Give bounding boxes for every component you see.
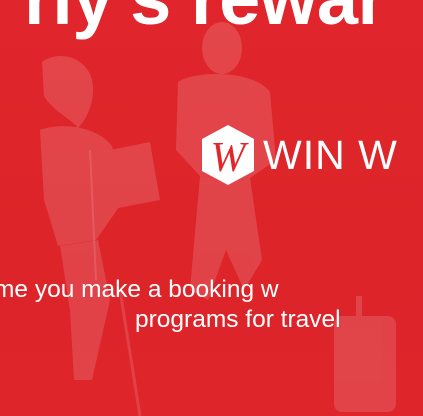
brand-shield-icon: W: [202, 125, 254, 185]
background-photo: [0, 0, 423, 416]
promo-banner: rly's rewar W WIN W me you make a bookin…: [0, 0, 423, 416]
svg-text:W: W: [211, 135, 250, 181]
tagline-line-1: me you make a booking w: [0, 276, 279, 303]
headline: rly's rewar: [24, 0, 386, 36]
tagline-line-2: programs for travel: [135, 306, 341, 333]
brand-logo: W WIN W: [200, 122, 398, 188]
brand-name: WIN W: [263, 132, 398, 178]
